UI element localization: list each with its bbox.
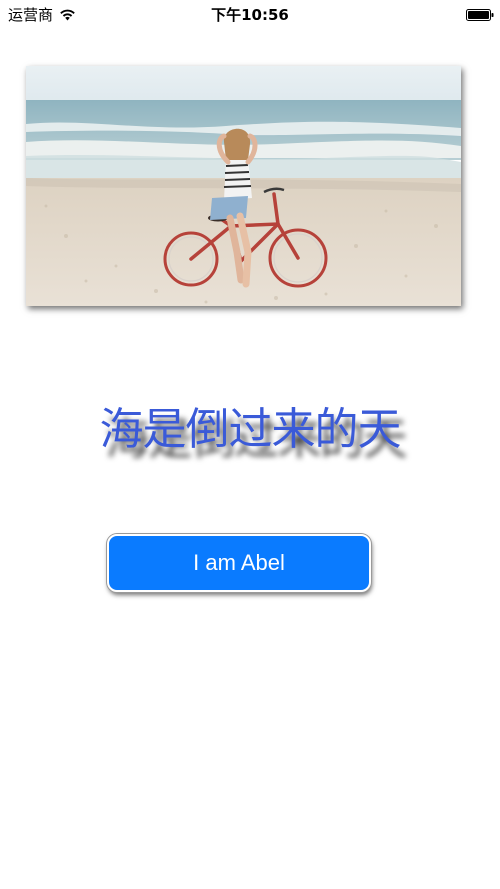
clock-time: 下午10:56 <box>211 6 289 24</box>
page-title: 海是倒过来的天 <box>99 404 402 455</box>
i-am-abel-button[interactable]: I am Abel <box>107 534 371 592</box>
battery-icon <box>466 7 494 21</box>
beach-bicycle-image <box>26 66 461 306</box>
status-bar: 运营商 下午10:56 <box>0 0 500 28</box>
button-label: I am Abel <box>193 550 285 575</box>
title-container: 海是倒过来的天 <box>0 400 500 480</box>
beach-photo <box>26 66 461 306</box>
app-screen: 运营商 下午10:56 海是倒过来的天 I am Abel <box>0 0 500 889</box>
